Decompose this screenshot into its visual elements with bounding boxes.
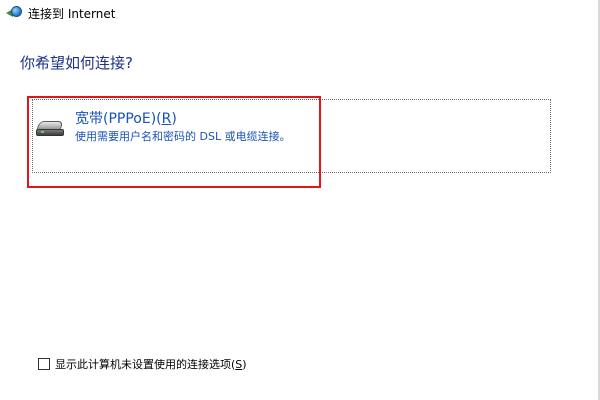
show-unset-options-label[interactable]: 显示此计算机未设置使用的连接选项(S) <box>55 356 247 372</box>
title-bar: 连接到 Internet <box>6 4 115 22</box>
connect-to-internet-window: 连接到 Internet 你希望如何连接? 宽带(PPPoE)(R) 使用需要用… <box>0 0 600 400</box>
option-title-prefix: 宽带(PPPoE)( <box>75 111 162 127</box>
footer-label-suffix: ) <box>242 358 247 371</box>
broadband-modem-icon <box>36 121 64 137</box>
window-title: 连接到 Internet <box>28 6 116 21</box>
page-heading: 你希望如何连接? <box>20 54 133 72</box>
option-description: 使用需要用户名和密码的 DSL 或电缆连接。 <box>75 130 291 143</box>
option-title-suffix: ) <box>171 111 177 127</box>
show-unset-options-row[interactable]: 显示此计算机未设置使用的连接选项(S) <box>38 356 247 372</box>
show-unset-options-checkbox[interactable] <box>38 358 50 370</box>
globe-arrow-icon <box>6 5 22 21</box>
option-title[interactable]: 宽带(PPPoE)(R) <box>75 108 177 128</box>
option-title-mnemonic: R <box>161 111 172 127</box>
footer-label-prefix: 显示此计算机未设置使用的连接选项( <box>55 358 236 371</box>
